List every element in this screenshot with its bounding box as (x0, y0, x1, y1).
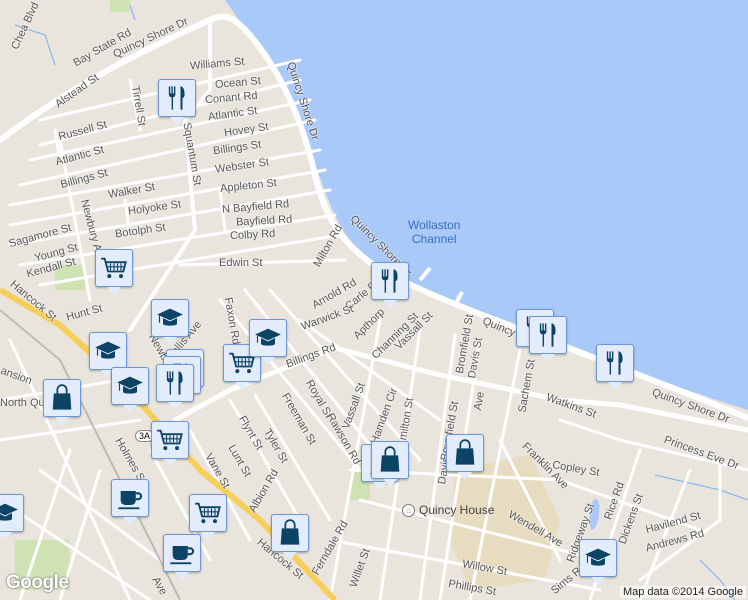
restaurant-icon (381, 269, 398, 293)
school-icon (585, 548, 611, 566)
school-icon (157, 308, 183, 326)
grocery-icon (101, 257, 127, 279)
grocery-icon (195, 502, 221, 524)
shopping-icon (52, 384, 72, 410)
street-label: Edwin St (219, 257, 263, 269)
restaurant-icon (166, 371, 183, 395)
school-icon (117, 376, 143, 394)
water-body (225, 0, 748, 410)
cafe-icon (170, 546, 195, 565)
grocery-icon (157, 429, 183, 451)
marker-shopping[interactable] (43, 379, 81, 425)
marker-grocery[interactable] (189, 494, 227, 540)
building-icon: ⌂ (402, 503, 415, 517)
marker-restaurant[interactable] (529, 316, 567, 362)
poi-quincy-house[interactable]: ⌂ Quincy House (402, 503, 494, 517)
marker-shopping[interactable] (271, 514, 309, 560)
marker-restaurant[interactable] (371, 262, 409, 308)
shopping-icon (280, 519, 300, 545)
restaurant-icon (168, 86, 185, 110)
marker-school[interactable] (0, 494, 24, 540)
marker-school[interactable] (579, 539, 617, 585)
map-attribution[interactable]: Map data ©2014 Google (619, 586, 746, 598)
school-icon (0, 503, 18, 521)
marker-restaurant[interactable] (596, 344, 634, 390)
marker-cafe[interactable] (163, 534, 201, 580)
shopping-icon (380, 446, 400, 472)
marker-restaurant[interactable] (158, 79, 196, 125)
water-label: Wollaston Channel (408, 218, 461, 246)
shopping-icon (455, 439, 475, 465)
school-icon (255, 328, 281, 346)
marker-restaurant[interactable] (156, 364, 194, 410)
marker-cafe[interactable] (111, 479, 149, 525)
cafe-icon (118, 491, 143, 510)
marker-school[interactable] (249, 319, 287, 365)
street-label: Colby Rd (229, 227, 276, 243)
marker-grocery[interactable] (151, 421, 189, 467)
restaurant-icon (606, 351, 623, 375)
marker-school[interactable] (89, 332, 127, 378)
school-icon (95, 341, 121, 359)
restaurant-icon (539, 323, 556, 347)
marker-school[interactable] (151, 299, 189, 345)
marker-shopping[interactable] (446, 434, 484, 480)
marker-shopping[interactable] (371, 441, 409, 487)
marker-grocery[interactable] (95, 249, 133, 295)
poi-label: Quincy House (419, 503, 495, 517)
marker-school[interactable] (111, 367, 149, 413)
google-logo[interactable]: Google (6, 572, 69, 594)
